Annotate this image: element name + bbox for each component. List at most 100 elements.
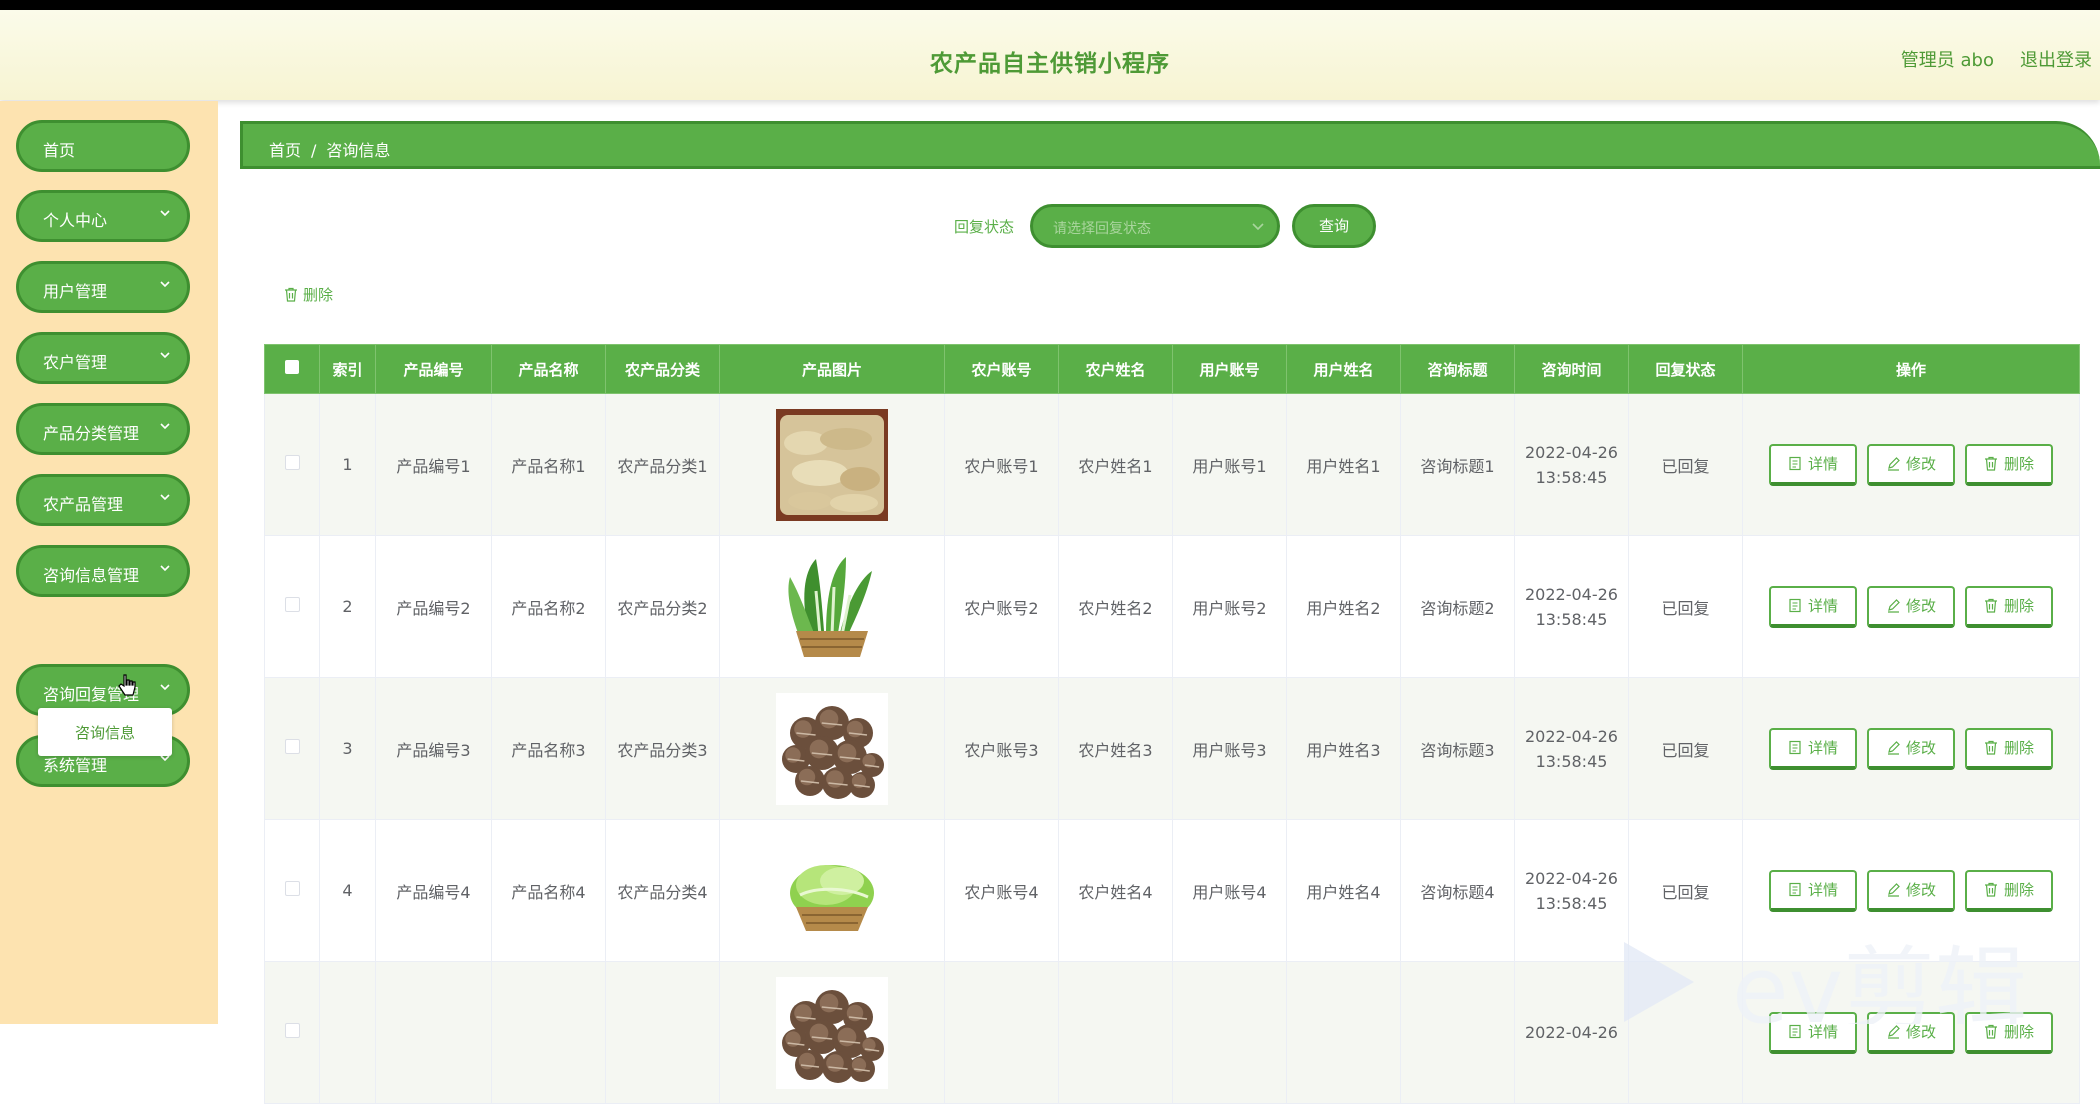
cell-farmer-name: 农户姓名2 — [1058, 535, 1173, 678]
detail-button[interactable]: 详情 — [1769, 585, 1857, 628]
cell-product-image — [719, 677, 945, 820]
breadcrumb-separator: / — [311, 141, 317, 160]
table-row: 4 产品编号4 产品名称4 农产品分类4 农户账号4 农户姓名4 用户账号4 用户姓名4 咨询标… — [264, 819, 2080, 962]
row-checkbox[interactable] — [284, 455, 300, 470]
cell-product-name — [491, 961, 606, 1104]
cell-category: 农产品分类4 — [605, 819, 720, 962]
edit-button[interactable]: 修改 — [1867, 1011, 1955, 1054]
logout-link[interactable]: 退出登录 — [2020, 46, 2092, 72]
delete-label: 删除 — [2003, 739, 2034, 757]
cell-index: 1 — [319, 393, 376, 536]
cell-user-account: 用户账号1 — [1172, 393, 1287, 536]
detail-button[interactable]: 详情 — [1769, 869, 1857, 912]
batch-delete-label: 删除 — [303, 286, 334, 304]
consult-date: 2022-04-26 — [1525, 726, 1618, 746]
cell-farmer-name — [1058, 961, 1173, 1104]
cell-reply-status: 已回复 — [1628, 393, 1743, 536]
edit-button[interactable]: 修改 — [1867, 443, 1955, 486]
cell-index: 4 — [319, 819, 376, 962]
detail-button[interactable]: 详情 — [1769, 1011, 1857, 1054]
row-actions: 详情 修改 删除 — [1743, 1011, 2079, 1054]
edit-button[interactable]: 修改 — [1867, 869, 1955, 912]
document-icon — [1789, 598, 1801, 613]
chevron-down-icon — [160, 684, 170, 691]
cell-user-account — [1172, 961, 1287, 1104]
app-title: 农产品自主供销小程序 — [930, 51, 1170, 77]
row-actions: 详情 修改 删除 — [1743, 727, 2079, 770]
cell-actions: 详情 修改 删除 — [1742, 393, 2080, 536]
sidebar-item-3[interactable]: 农户管理 — [16, 332, 190, 384]
cell-actions: 详情 修改 删除 — [1742, 961, 2080, 1104]
select-placeholder: 请选择回复状态 — [1053, 221, 1151, 237]
detail-button[interactable]: 详情 — [1769, 727, 1857, 770]
sidebar-item-label: 个人中心 — [43, 211, 108, 230]
cell-consult-time: 2022-04-26 — [1514, 961, 1629, 1104]
batch-delete-button[interactable]: 删除 — [284, 284, 333, 305]
row-select-cell — [264, 961, 320, 1104]
edit-button[interactable]: 修改 — [1867, 727, 1955, 770]
delete-button[interactable]: 删除 — [1965, 585, 2053, 628]
col-consult-time: 咨询时间 — [1514, 344, 1629, 394]
table-row: 2 产品编号2 产品名称2 农产品分类2 农户账号2 农户姓名2 用户账号2 用户姓名2 咨询标… — [264, 535, 2080, 678]
sidebar-item-1[interactable]: 个人中心 — [16, 190, 190, 242]
detail-button[interactable]: 详情 — [1769, 443, 1857, 486]
cell-farmer-account: 农户账号3 — [944, 677, 1059, 820]
submenu-item-consult-info[interactable]: 咨询信息 — [38, 708, 172, 756]
trash-icon — [1984, 740, 1997, 755]
trash-icon — [1984, 882, 1997, 897]
row-checkbox[interactable] — [284, 1023, 300, 1038]
sidebar-item-label: 农产品管理 — [43, 495, 124, 514]
delete-button[interactable]: 删除 — [1965, 443, 2053, 486]
pencil-icon — [1887, 883, 1900, 897]
row-select-cell — [264, 819, 320, 962]
delete-label: 删除 — [2003, 455, 2034, 473]
delete-label: 删除 — [2003, 597, 2034, 615]
cell-farmer-account: 农户账号4 — [944, 819, 1059, 962]
query-button[interactable]: 查询 — [1292, 204, 1376, 248]
edit-label: 修改 — [1905, 881, 1936, 899]
select-all-checkbox[interactable] — [285, 360, 299, 374]
sidebar-item-6[interactable]: 咨询信息管理 — [16, 545, 190, 597]
sidebar-item-5[interactable]: 农产品管理 — [16, 474, 190, 526]
cell-farmer-name: 农户姓名4 — [1058, 819, 1173, 962]
cell-farmer-name: 农户姓名1 — [1058, 393, 1173, 536]
document-icon — [1789, 1024, 1801, 1039]
consult-date: 2022-04-26 — [1525, 868, 1618, 888]
product-image-greens — [776, 550, 888, 663]
reply-status-select[interactable]: 请选择回复状态 — [1030, 204, 1280, 248]
col-user-name: 用户姓名 — [1286, 344, 1401, 394]
col-consult-title: 咨询标题 — [1400, 344, 1515, 394]
sidebar-item-4[interactable]: 产品分类管理 — [16, 403, 190, 455]
cell-farmer-account: 农户账号2 — [944, 535, 1059, 678]
cell-category — [605, 961, 720, 1104]
current-user: 管理员 abo — [1900, 50, 1994, 71]
edit-button[interactable]: 修改 — [1867, 585, 1955, 628]
cell-product-name: 产品名称1 — [491, 393, 606, 536]
sidebar-item-0[interactable]: 首页 — [16, 120, 190, 172]
breadcrumb-home[interactable]: 首页 — [269, 141, 301, 160]
cell-reply-status: 已回复 — [1628, 819, 1743, 962]
table-header-row: 索引 产品编号 产品名称 农产品分类 产品图片 农户账号 农户姓名 用户账号 用… — [264, 344, 2080, 394]
table-row: 2022-04-26 详情 修改 删除 — [264, 961, 2080, 1104]
cell-consult-time: 2022-04-26 13:58:45 — [1514, 535, 1629, 678]
row-checkbox[interactable] — [284, 881, 300, 896]
edit-label: 修改 — [1905, 597, 1936, 615]
cell-actions: 详情 修改 删除 — [1742, 819, 2080, 962]
delete-button[interactable]: 删除 — [1965, 869, 2053, 912]
sidebar-item-label: 产品分类管理 — [43, 424, 140, 443]
pencil-icon — [1887, 599, 1900, 613]
cell-product-code — [375, 961, 492, 1104]
cell-product-name: 产品名称4 — [491, 819, 606, 962]
delete-button[interactable]: 删除 — [1965, 1011, 2053, 1054]
sidebar-item-2[interactable]: 用户管理 — [16, 261, 190, 313]
row-actions: 详情 修改 删除 — [1743, 869, 2079, 912]
edit-label: 修改 — [1905, 1023, 1936, 1041]
row-checkbox[interactable] — [284, 739, 300, 754]
cell-actions: 详情 修改 删除 — [1742, 535, 2080, 678]
row-checkbox[interactable] — [284, 597, 300, 612]
cell-consult-time: 2022-04-26 13:58:45 — [1514, 393, 1629, 536]
delete-label: 删除 — [2003, 881, 2034, 899]
cell-product-image — [719, 961, 945, 1104]
delete-button[interactable]: 删除 — [1965, 727, 2053, 770]
cell-consult-time: 2022-04-26 13:58:45 — [1514, 819, 1629, 962]
